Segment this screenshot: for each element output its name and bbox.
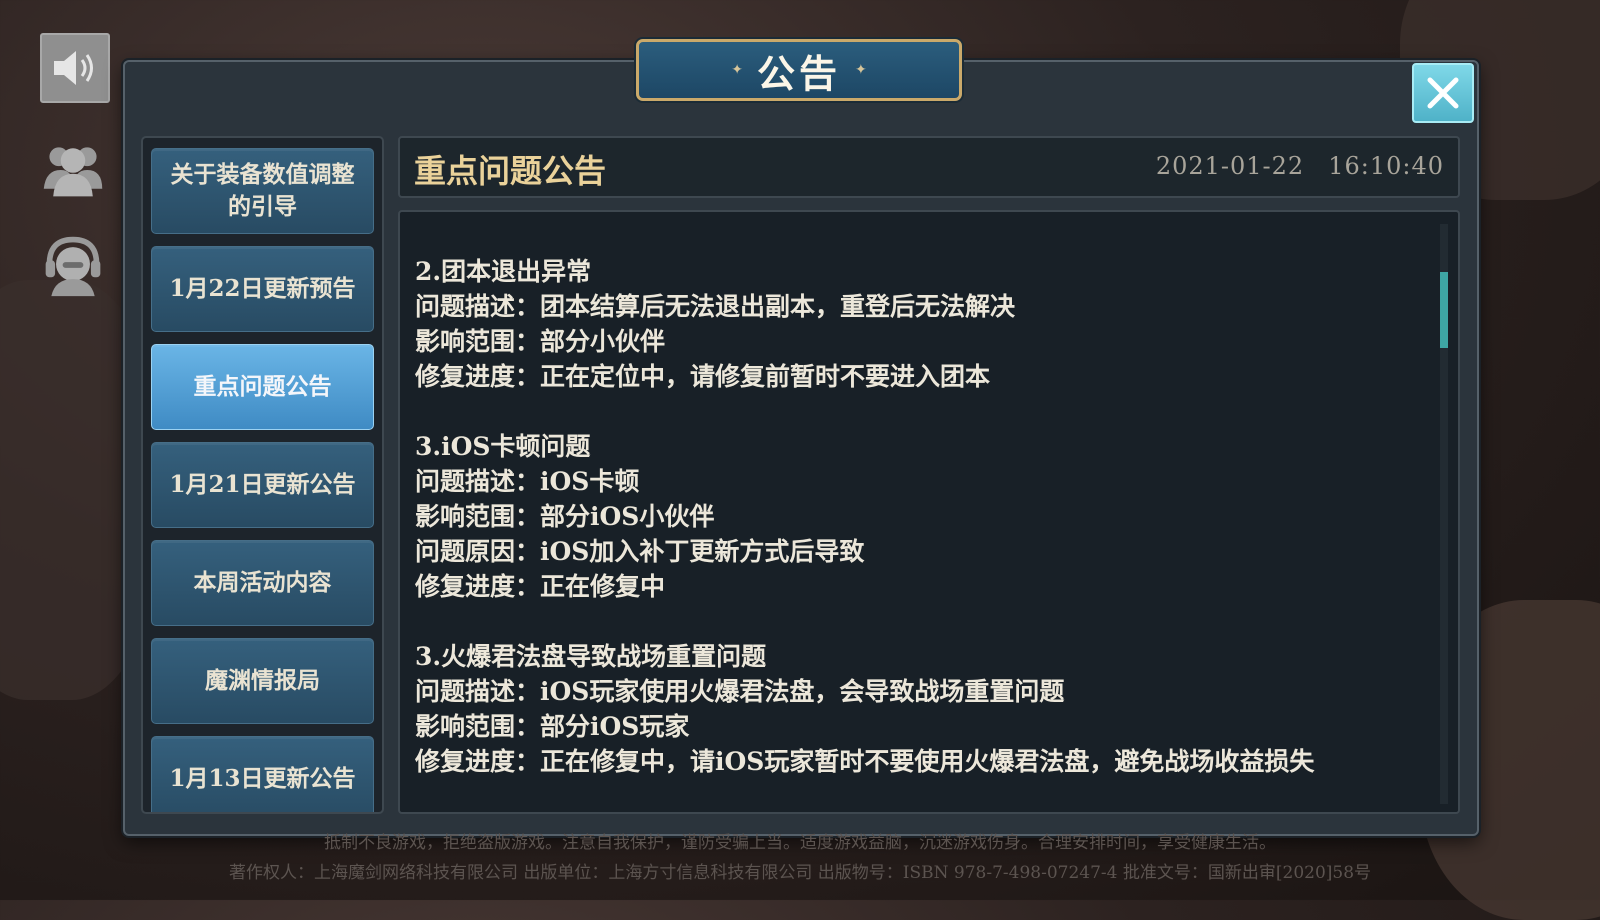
tab-label: 1月13日更新公告 (169, 765, 356, 792)
title-decoration-left: ✦ (731, 62, 743, 78)
issue-line: 修复进度：正在修复中，请iOS玩家暂时不要使用火爆君法盘，避免战场收益损失 (415, 747, 1315, 776)
issue-line: 问题原因：iOS加入补丁更新方式后导致 (415, 537, 865, 566)
issue-line: 修复进度：正在修复中 (415, 572, 666, 601)
announcement-tab-list[interactable]: 关于装备数值调整的引导 1月22日更新预告 重点问题公告 1月21日更新公告 本… (141, 136, 384, 814)
announcement-header: 重点问题公告 2021-01-22 16:10:40 (398, 136, 1460, 198)
tab-key-issues[interactable]: 重点问题公告 (151, 344, 374, 430)
copyright-notice: 著作权人：上海魔剑网络科技有限公司 出版单位：上海方寸信息科技有限公司 出版物号… (228, 863, 1372, 883)
tab-label: 1月21日更新公告 (169, 471, 356, 498)
tab-jan21-update[interactable]: 1月21日更新公告 (151, 442, 374, 528)
issue-block: 3.iOS卡顿问题 问题描述：iOS卡顿 影响范围：部分iOS小伙伴 问题原因：… (415, 429, 1418, 604)
dialog-title: 公告 (756, 50, 841, 96)
customer-service-button[interactable] (40, 232, 106, 298)
friends-icon (43, 147, 103, 197)
close-button[interactable] (1412, 63, 1474, 123)
tab-equipment-guide[interactable]: 关于装备数值调整的引导 (151, 148, 374, 234)
tab-label: 重点问题公告 (193, 373, 332, 400)
issue-block: 2.团本退出异常 问题描述：团本结算后无法退出副本，重登后无法解决 影响范围：部… (415, 254, 1418, 394)
issue-line: 问题描述：iOS玩家使用火爆君法盘，会导致战场重置问题 (415, 677, 1065, 706)
issue-line: 影响范围：部分iOS玩家 (415, 712, 690, 741)
issue-line: 影响范围：部分iOS小伙伴 (415, 502, 715, 531)
customer-service-icon (45, 236, 101, 297)
issue-heading: 3.iOS卡顿问题 (415, 432, 591, 461)
issue-line: 影响范围：部分小伙伴 (415, 327, 666, 356)
tab-jan13-update[interactable]: 1月13日更新公告 (151, 736, 374, 812)
issue-line: 修复进度：正在定位中，请修复前暂时不要进入团本 (415, 362, 991, 391)
issue-heading: 3.火爆君法盘导致战场重置问题 (415, 642, 767, 671)
tab-label: 魔渊情报局 (205, 667, 320, 694)
tab-label: 关于装备数值调整的引导 (170, 161, 355, 220)
tab-label: 本周活动内容 (193, 569, 332, 596)
announcement-time: 16:10:40 (1328, 152, 1444, 180)
sound-button[interactable] (40, 33, 110, 103)
tab-abyss-intel[interactable]: 魔渊情报局 (151, 638, 374, 724)
issue-line: 问题描述：iOS卡顿 (415, 467, 640, 496)
issue-line: 问题描述：团本结算后无法退出副本，重登后无法解决 (415, 292, 1016, 321)
health-notice: 抵制不良游戏，拒绝盗版游戏。注意自我保护，谨防受骗上当。适度游戏益脑，沉迷游戏伤… (324, 833, 1276, 853)
close-icon (1427, 77, 1459, 109)
announcement-content[interactable]: 2.团本退出异常 问题描述：团本结算后无法退出副本，重登后无法解决 影响范围：部… (398, 210, 1460, 814)
dialog-title-tab: ✦ 公告 ✦ (636, 39, 962, 101)
announcement-date: 2021-01-22 (1155, 152, 1305, 180)
content-scrollbar[interactable] (1440, 224, 1448, 804)
title-decoration-right: ✦ (855, 62, 867, 78)
scrollbar-thumb[interactable] (1440, 272, 1448, 348)
tab-weekly-events[interactable]: 本周活动内容 (151, 540, 374, 626)
friends-button[interactable] (40, 136, 106, 202)
tab-label: 1月22日更新预告 (169, 275, 356, 302)
announcement-body: 2.团本退出异常 问题描述：团本结算后无法退出副本，重登后无法解决 影响范围：部… (415, 254, 1418, 812)
tab-jan22-preview[interactable]: 1月22日更新预告 (151, 246, 374, 332)
announcement-title: 重点问题公告 (414, 152, 607, 190)
speaker-icon (54, 51, 93, 85)
issue-heading: 2.团本退出异常 (415, 257, 592, 286)
announcement-timestamp: 2021-01-22 16:10:40 (1156, 152, 1444, 180)
issue-block: 3.火爆君法盘导致战场重置问题 问题描述：iOS玩家使用火爆君法盘，会导致战场重… (415, 639, 1418, 779)
